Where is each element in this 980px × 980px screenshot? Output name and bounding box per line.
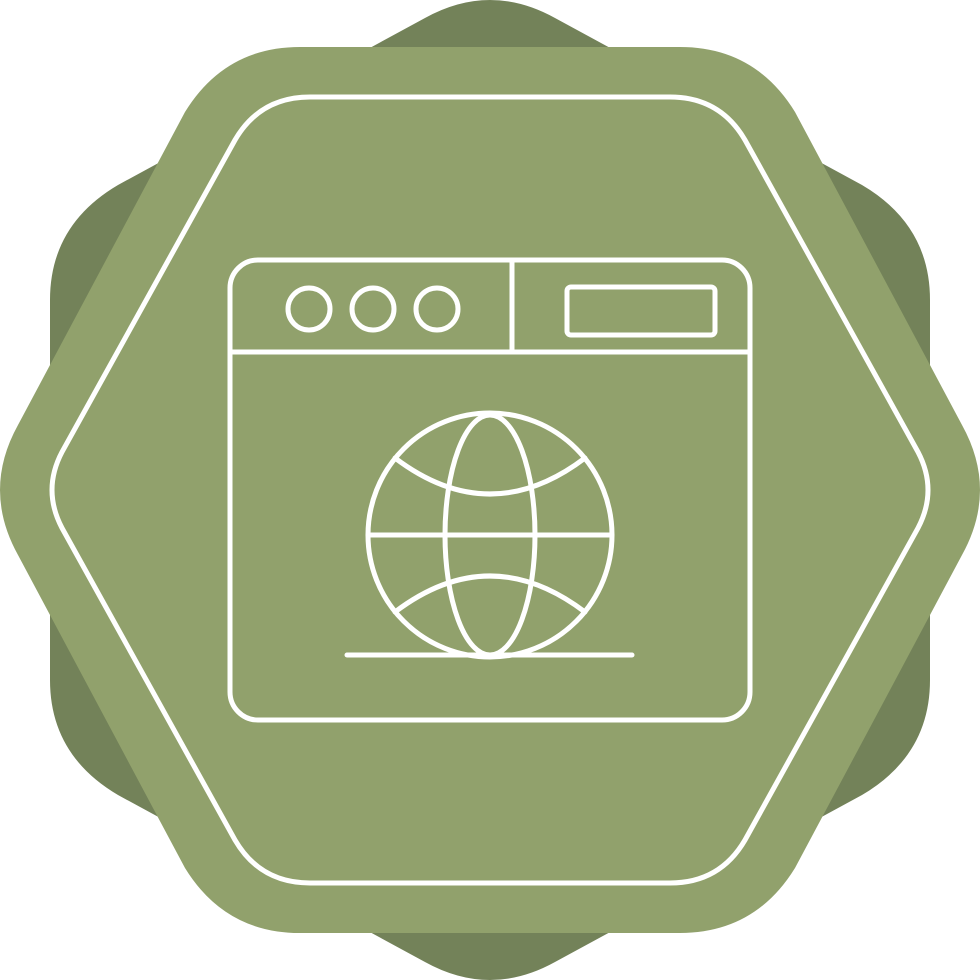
web-browser-globe-icon bbox=[0, 0, 980, 980]
icon-canvas bbox=[0, 0, 980, 980]
